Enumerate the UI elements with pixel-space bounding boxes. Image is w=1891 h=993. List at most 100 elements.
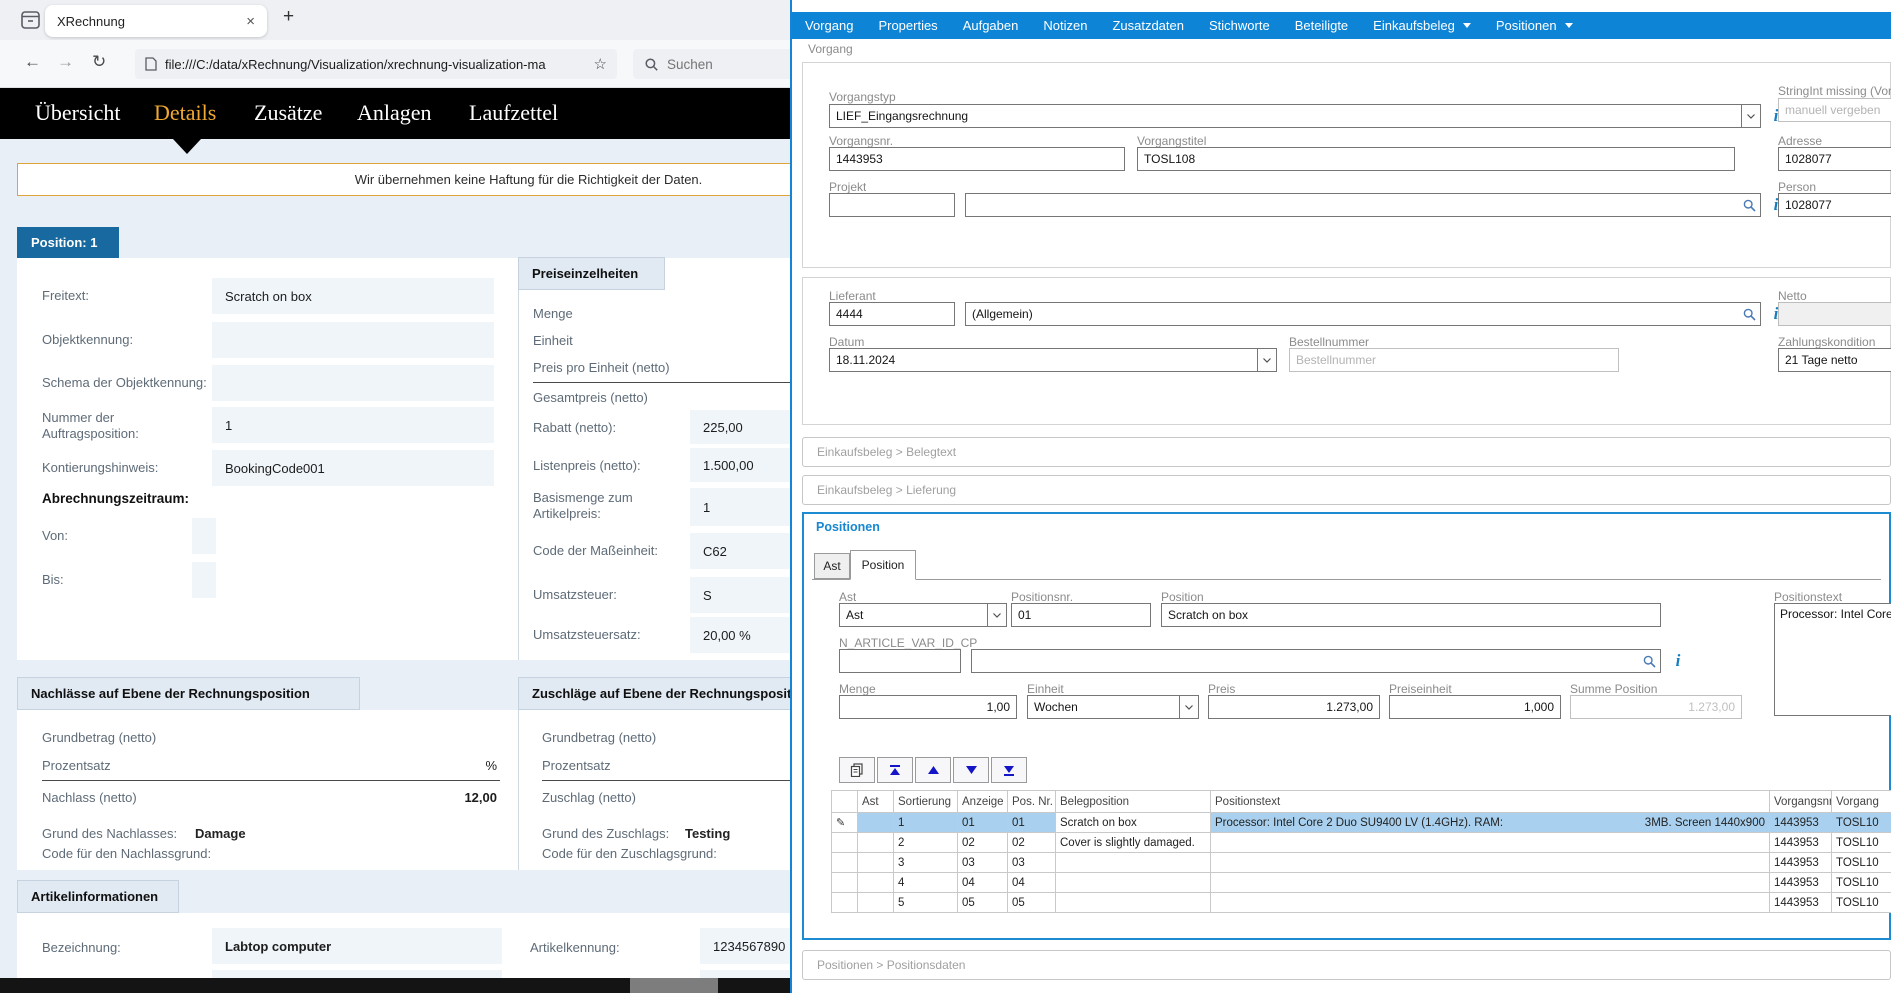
menu-aufgaben[interactable]: Aufgaben [963,18,1019,33]
info-icon[interactable]: i [1670,651,1686,671]
copy-row-button[interactable] [839,757,875,783]
positionsnr-input[interactable]: 01 [1011,603,1151,627]
position-input[interactable]: Scratch on box [1161,603,1661,627]
vorgangstyp-combobox[interactable]: LIEF_Eingangsrechnung [829,104,1761,128]
adresse-input[interactable]: 1028077 [1778,147,1891,171]
cell-belegposition[interactable]: Scratch on box [1056,813,1211,833]
cell-sortierung[interactable]: 4 [894,873,958,893]
menu-properties[interactable]: Properties [878,18,937,33]
collapsed-section-lieferung[interactable]: Einkaufsbeleg > Lieferung [802,475,1891,505]
table-row[interactable]: 5 05 05 1443953 TOSL10 [832,893,1891,913]
move-bottom-button[interactable] [991,757,1027,783]
cell-ast[interactable] [858,853,894,873]
collapsed-section-belegtext[interactable]: Einkaufsbeleg > Belegtext [802,437,1891,467]
chevron-down-icon[interactable] [1257,349,1276,371]
cell-positionstext[interactable] [1211,893,1770,913]
cell-positionstext[interactable] [1211,873,1770,893]
cell-ast[interactable] [858,813,894,833]
row-selector[interactable] [832,893,858,913]
cell-anzeige[interactable]: 03 [958,853,1008,873]
cell-anzeige[interactable]: 05 [958,893,1008,913]
cell-belegposition[interactable]: Cover is slightly damaged. [1056,833,1211,853]
collapsed-section-positionsdaten[interactable]: Positionen > Positionsdaten [802,950,1891,980]
cell-vorgang[interactable]: TOSL10 [1832,813,1891,833]
cell-vorgangsnr[interactable]: 1443953 [1770,893,1832,913]
move-top-button[interactable] [877,757,913,783]
cell-pos-nr[interactable]: 02 [1008,833,1056,853]
preiseinheit-input[interactable]: 1,000 [1389,695,1561,719]
col-ast[interactable]: Ast [858,791,894,813]
table-row[interactable]: 3 03 03 1443953 TOSL10 [832,853,1891,873]
col-belegposition[interactable]: Belegposition [1056,791,1211,813]
col-vorgangsnr[interactable]: Vorgangsnr. [1770,791,1832,813]
row-selector[interactable] [832,873,858,893]
chevron-down-icon[interactable] [1179,696,1198,718]
nav-zusaetze[interactable]: Zusätze [254,100,322,126]
col-positionstext[interactable]: Positionstext [1211,791,1770,813]
table-row[interactable]: ✎ 1 01 01 Scratch on box Processor: Inte… [832,813,1891,833]
cell-positionstext[interactable] [1211,833,1770,853]
cell-vorgangsnr[interactable]: 1443953 [1770,853,1832,873]
menu-positionen[interactable]: Positionen [1496,18,1573,33]
firefox-view-icon[interactable] [21,11,40,29]
cell-sortierung[interactable]: 5 [894,893,958,913]
forward-button[interactable]: → [57,52,74,72]
col-vorgang[interactable]: Vorgang [1832,791,1891,813]
col-sortierung[interactable]: Sortierung [894,791,958,813]
cell-anzeige[interactable]: 04 [958,873,1008,893]
tab-ast[interactable]: Ast [814,553,850,579]
cell-vorgang[interactable]: TOSL10 [1832,873,1891,893]
move-down-button[interactable] [953,757,989,783]
tab-close-icon[interactable]: × [246,13,255,30]
menu-einkaufsbeleg[interactable]: Einkaufsbeleg [1373,18,1471,33]
row-selector[interactable] [832,833,858,853]
col-pos-nr[interactable]: Pos. Nr. [1008,791,1056,813]
cell-sortierung[interactable]: 3 [894,853,958,873]
n-article-input[interactable] [971,649,1661,673]
menge-input[interactable]: 1,00 [839,695,1017,719]
nav-anlagen[interactable]: Anlagen [357,100,432,126]
ast-combobox[interactable]: Ast [839,603,1007,627]
cell-anzeige[interactable]: 01 [958,813,1008,833]
vorgangstitel-input[interactable]: TOSL108 [1137,147,1735,171]
cell-belegposition[interactable] [1056,873,1211,893]
search-lookup-icon[interactable] [1740,305,1758,323]
url-bar[interactable]: file:///C:/data/xRechnung/Visualization/… [135,49,617,79]
datum-combobox[interactable]: 18.11.2024 [829,348,1277,372]
reload-button[interactable]: ↻ [92,52,106,72]
projekt-nr-input[interactable] [829,193,955,217]
cell-sortierung[interactable]: 1 [894,813,958,833]
positionstext-textarea[interactable]: Processor: Intel Core [1774,603,1891,716]
projekt-input[interactable] [965,193,1761,217]
cell-vorgang[interactable]: TOSL10 [1832,833,1891,853]
menu-zusatzdaten[interactable]: Zusatzdaten [1112,18,1184,33]
search-lookup-icon[interactable] [1740,196,1758,214]
chevron-down-icon[interactable] [1741,105,1760,127]
cell-vorgangsnr[interactable]: 1443953 [1770,833,1832,853]
search-lookup-icon[interactable] [1640,652,1658,670]
person-input[interactable]: 1028077 [1778,193,1891,217]
cell-belegposition[interactable] [1056,853,1211,873]
back-button[interactable]: ← [24,52,41,72]
cell-ast[interactable] [858,873,894,893]
table-row[interactable]: 4 04 04 1443953 TOSL10 [832,873,1891,893]
preis-input[interactable]: 1.273,00 [1208,695,1380,719]
move-up-button[interactable] [915,757,951,783]
cell-vorgangsnr[interactable]: 1443953 [1770,873,1832,893]
row-selector[interactable]: ✎ [832,813,858,833]
col-anzeige[interactable]: Anzeige [958,791,1008,813]
cell-pos-nr[interactable]: 01 [1008,813,1056,833]
cell-vorgangsnr[interactable]: 1443953 [1770,813,1832,833]
bestellnummer-input[interactable]: Bestellnummer [1289,348,1619,372]
cell-vorgang[interactable]: TOSL10 [1832,853,1891,873]
cell-positionstext[interactable]: Processor: Intel Core 2 Duo SU9400 LV (1… [1211,813,1770,833]
cell-sortierung[interactable]: 2 [894,833,958,853]
menu-notizen[interactable]: Notizen [1043,18,1087,33]
cell-ast[interactable] [858,833,894,853]
table-row[interactable]: 2 02 02 Cover is slightly damaged. 14439… [832,833,1891,853]
lieferant-nr-input[interactable]: 4444 [829,302,955,326]
new-tab-button[interactable]: + [283,6,294,28]
bookmark-star-icon[interactable]: ☆ [594,55,607,73]
cell-vorgang[interactable]: TOSL10 [1832,893,1891,913]
vorgangsnr-input[interactable]: 1443953 [829,147,1125,171]
